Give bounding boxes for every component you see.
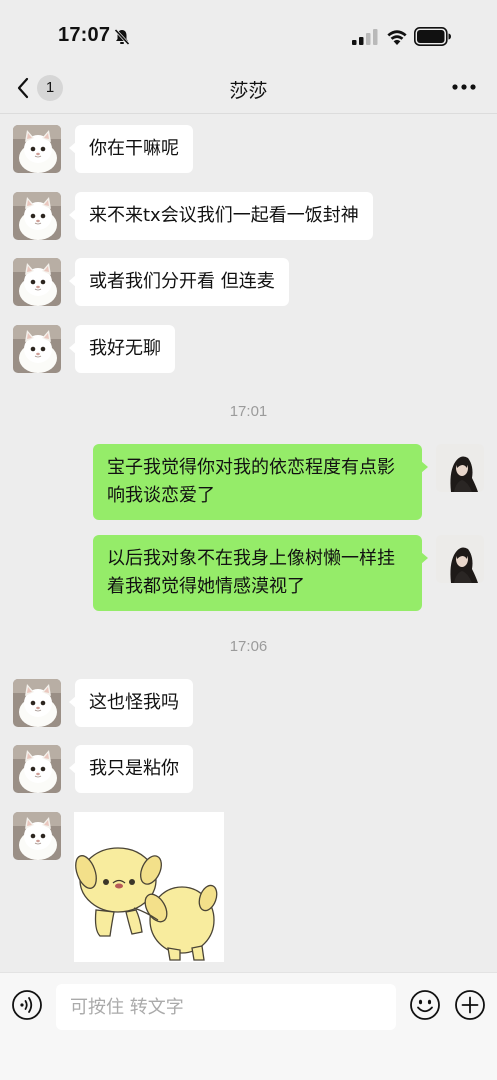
incoming-message-bubble[interactable]: 或者我们分开看 但连麦 <box>69 258 289 306</box>
contact-avatar[interactable] <box>13 125 61 173</box>
message-input[interactable] <box>56 984 396 1030</box>
message-timestamp: 17:01 <box>229 403 268 420</box>
input-bar <box>0 972 497 1080</box>
incoming-message-bubble[interactable]: 我好无聊 <box>69 325 175 373</box>
incoming-message-bubble[interactable]: 这也怪我吗 <box>69 679 193 727</box>
message-timestamp: 17:06 <box>229 638 268 655</box>
contact-avatar[interactable] <box>13 258 61 306</box>
incoming-message-bubble[interactable]: 我只是粘你 <box>69 745 193 793</box>
more-dots-icon[interactable] <box>451 82 477 92</box>
wifi-icon <box>387 30 407 45</box>
signal-icon <box>352 29 378 45</box>
contact-avatar[interactable] <box>13 325 61 373</box>
sticker-message[interactable] <box>74 812 224 962</box>
user-avatar[interactable] <box>436 535 484 583</box>
contact-avatar[interactable] <box>13 679 61 727</box>
plus-icon[interactable] <box>454 989 486 1021</box>
outgoing-message-bubble[interactable]: 宝子我觉得你对我的依恋程度有点影响我谈恋爱了 <box>93 444 428 520</box>
status-bar: 17:07 <box>0 0 497 62</box>
bell-slash-icon <box>114 28 130 46</box>
voice-icon[interactable] <box>11 989 43 1021</box>
incoming-message-bubble[interactable]: 你在干嘛呢 <box>69 125 193 173</box>
contact-avatar[interactable] <box>13 192 61 240</box>
chat-title: 莎莎 <box>229 80 268 102</box>
contact-avatar[interactable] <box>13 745 61 793</box>
emoji-icon[interactable] <box>409 989 441 1021</box>
user-avatar[interactable] <box>436 444 484 492</box>
chat-header: 1 莎莎 <box>0 62 497 114</box>
contact-avatar[interactable] <box>13 812 61 860</box>
status-time: 17:07 <box>58 24 111 46</box>
battery-icon <box>414 27 451 46</box>
incoming-message-bubble[interactable]: 来不来tx会议我们一起看一饭封神 <box>69 192 373 240</box>
outgoing-message-bubble[interactable]: 以后我对象不在我身上像树懒一样挂着我都觉得她情感漠视了 <box>93 535 428 611</box>
